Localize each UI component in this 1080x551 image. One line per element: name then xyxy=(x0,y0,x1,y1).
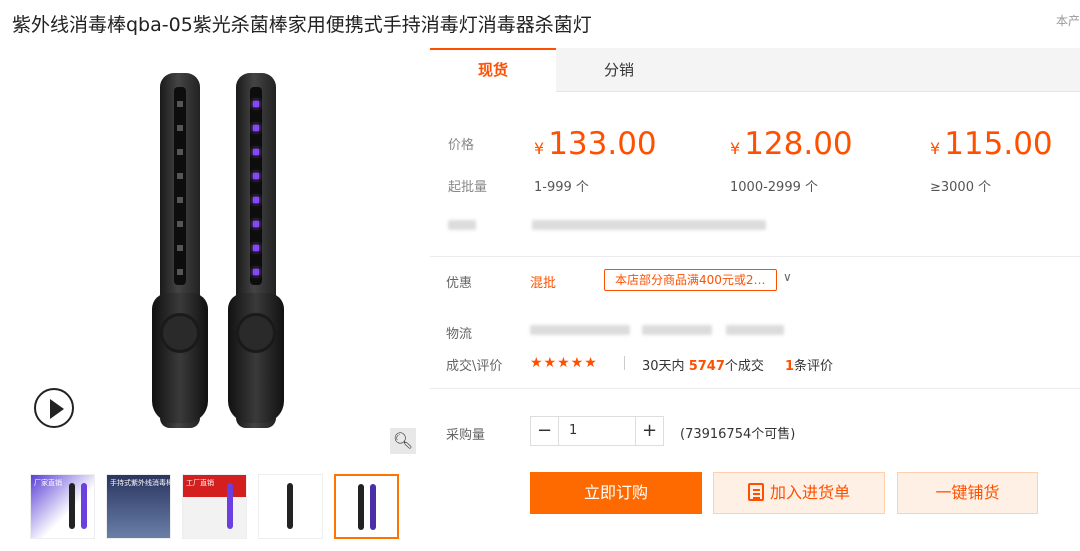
sales-info[interactable]: 30天内 5747个成交 xyxy=(642,355,764,374)
uv-stick-on xyxy=(228,73,284,428)
quantity-input[interactable]: 1 xyxy=(559,417,635,445)
redacted-text xyxy=(532,220,766,230)
tab-distribution[interactable]: 分销 xyxy=(556,48,682,92)
quantity-stepper: − 1 + xyxy=(530,416,664,446)
range-tier-2: 1000-2999 个 xyxy=(730,180,818,195)
divider xyxy=(430,256,1080,257)
redacted-logistics xyxy=(530,325,630,335)
sales-count: 5747 xyxy=(688,359,725,374)
price-label: 价格 xyxy=(448,138,475,153)
currency-symbol: ¥ xyxy=(930,139,941,158)
moq-label: 起批量 xyxy=(448,180,488,195)
thumbnail-strip: 厂家直销 手持式紫外线消毒棒 工厂直销 xyxy=(30,474,399,539)
redacted-logistics xyxy=(642,325,712,335)
review-info[interactable]: 1条评价 xyxy=(785,355,833,374)
price-tier-1: ¥133.00 xyxy=(534,126,657,162)
uv-stick-off xyxy=(152,73,208,428)
magnifier-icon[interactable]: 🔍︎ xyxy=(390,428,416,454)
thumbnail-5[interactable] xyxy=(334,474,399,539)
main-product-image[interactable]: 🔍︎ xyxy=(22,48,417,458)
product-title: 紫外线消毒棒qba-05紫光杀菌棒家用便携式手持消毒灯消毒器杀菌灯 xyxy=(12,14,592,36)
thumbnail-2[interactable]: 手持式紫外线消毒棒 xyxy=(106,474,171,539)
chevron-down-icon[interactable]: ∨ xyxy=(783,270,792,284)
sales-suffix: 个成交 xyxy=(724,359,764,374)
price-tier-3: ¥115.00 xyxy=(930,126,1053,162)
price-value: 133.00 xyxy=(548,126,657,162)
coupon-tag[interactable]: 本店部分商品满400元或2… xyxy=(604,269,777,291)
tab-spot[interactable]: 现货 xyxy=(430,48,556,92)
review-count: 1 xyxy=(785,359,795,374)
increase-button[interactable]: + xyxy=(635,417,663,445)
redacted-label xyxy=(448,220,476,230)
clipboard-icon xyxy=(747,483,764,501)
currency-symbol: ¥ xyxy=(730,139,741,158)
decrease-button[interactable]: − xyxy=(531,417,559,445)
price-panel: 价格 起批量 ¥133.00 ¥128.00 ¥115.00 1-999 个 1… xyxy=(430,92,1080,256)
rating-stars: ★★★★★ xyxy=(530,355,598,371)
deals-label: 成交\评价 xyxy=(446,359,503,374)
sales-prefix: 30天内 xyxy=(642,359,685,374)
review-suffix: 条评价 xyxy=(794,359,834,374)
thumbnail-caption: 工厂直销 xyxy=(186,479,214,487)
range-tier-1: 1-999 个 xyxy=(534,180,589,195)
price-tier-2: ¥128.00 xyxy=(730,126,853,162)
thumbnail-4[interactable] xyxy=(258,474,323,539)
one-click-distribute-button[interactable]: 一键铺货 xyxy=(897,472,1038,514)
corner-link[interactable]: 本产 xyxy=(1056,12,1080,29)
thumbnail-caption: 手持式紫外线消毒棒 xyxy=(110,479,171,487)
divider xyxy=(624,356,625,370)
currency-symbol: ¥ xyxy=(534,139,545,158)
price-value: 128.00 xyxy=(744,126,853,162)
promotion-label: 优惠 xyxy=(446,276,473,291)
buy-now-button[interactable]: 立即订购 xyxy=(530,472,702,514)
thumbnail-3[interactable]: 工厂直销 xyxy=(182,474,247,539)
quantity-label: 采购量 xyxy=(446,428,486,443)
redacted-logistics xyxy=(726,325,784,335)
offer-tabs: 现货 分销 xyxy=(430,48,1080,92)
mixed-batch-tag: 混批 xyxy=(530,276,557,291)
divider xyxy=(430,388,1080,389)
range-tier-3: ≥3000 个 xyxy=(930,180,992,195)
add-to-list-button[interactable]: 加入进货单 xyxy=(713,472,885,514)
thumbnail-1[interactable]: 厂家直销 xyxy=(30,474,95,539)
play-icon[interactable] xyxy=(34,388,74,428)
stock-available: (73916754个可售) xyxy=(680,427,796,442)
add-to-list-label: 加入进货单 xyxy=(769,483,850,502)
thumbnail-caption: 厂家直销 xyxy=(34,479,62,487)
price-value: 115.00 xyxy=(944,126,1053,162)
logistics-label: 物流 xyxy=(446,327,473,342)
